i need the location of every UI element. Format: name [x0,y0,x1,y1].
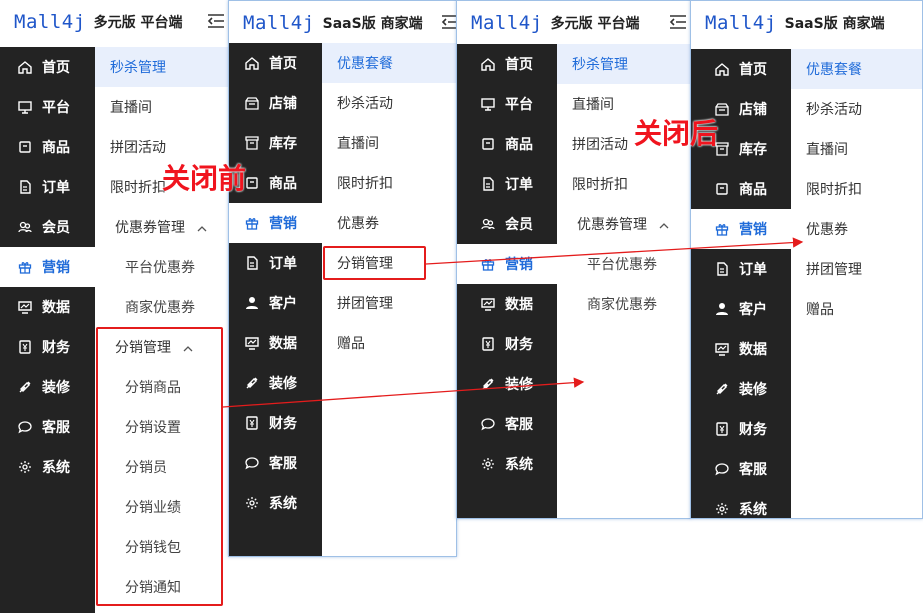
arrows-layer [222,237,804,408]
label-after: 关闭后 [634,117,719,150]
arrow-platform [222,377,585,408]
label-before: 关闭前 [162,162,247,195]
arrow-merchant [425,237,804,265]
